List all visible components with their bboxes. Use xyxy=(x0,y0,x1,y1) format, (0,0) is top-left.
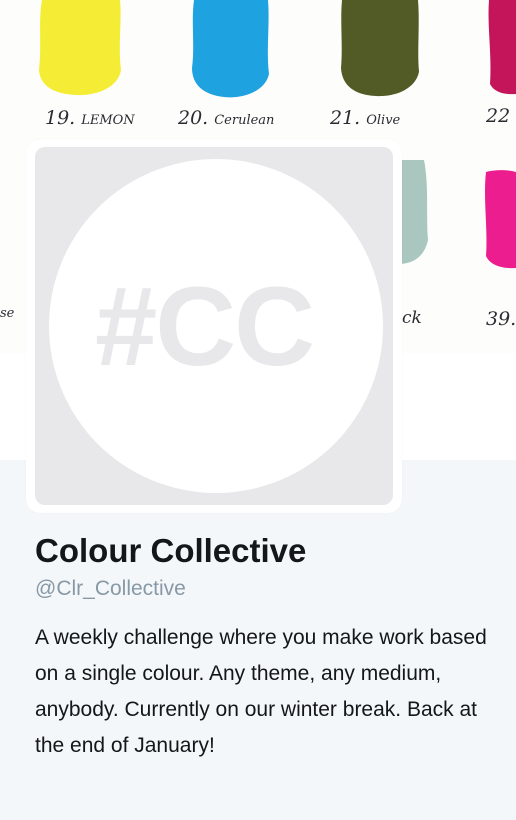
profile-bio: A weekly challenge where you make work b… xyxy=(35,626,487,757)
avatar-logo-text: #CC xyxy=(94,263,315,389)
swatch-39 xyxy=(485,170,516,269)
swatch-cerulean xyxy=(192,0,269,98)
swatch-22 xyxy=(488,0,516,95)
profile-page: 19. LEMON 20. Cerulean 21. Olive 22 se ck xyxy=(0,0,516,820)
swatch-label-olive: 21. Olive xyxy=(330,107,401,129)
avatar-image: #CC xyxy=(35,147,393,505)
swatch-lemon xyxy=(39,0,121,96)
profile-name[interactable]: Colour Collective xyxy=(35,532,306,570)
swatch-label-ck: ck xyxy=(402,308,422,328)
swatch-label-cerulean: 20. Cerulean xyxy=(178,107,275,129)
swatch-label-22: 22 xyxy=(486,105,511,127)
swatch-ck xyxy=(398,160,428,264)
swatch-label-39: 39. xyxy=(486,308,516,330)
profile-avatar[interactable]: #CC xyxy=(26,139,402,513)
swatch-olive xyxy=(341,0,419,97)
swatch-label-se: se xyxy=(0,306,15,321)
swatch-label-lemon: 19. LEMON xyxy=(45,107,135,129)
profile-handle[interactable]: @Clr_Collective xyxy=(35,577,186,601)
